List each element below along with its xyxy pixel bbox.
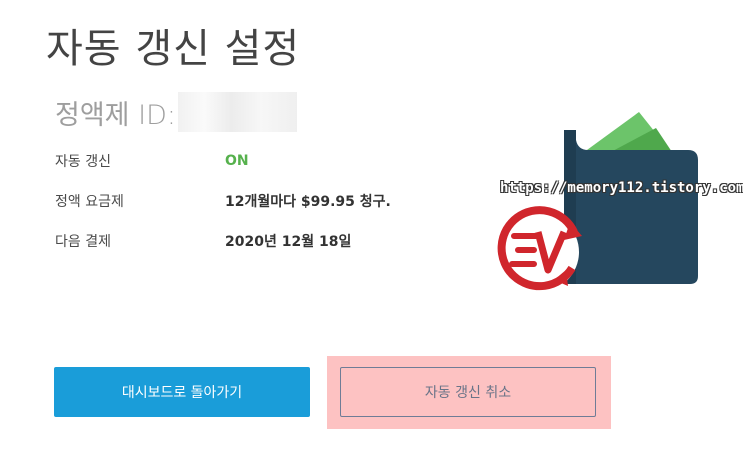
autorenew-label: 자동 갱신	[55, 154, 111, 170]
detail-row-next-payment: 다음 결제 2020년 12월 18일	[55, 230, 351, 252]
plan-value: 12개월마다 $99.95 청구.	[225, 194, 391, 210]
watermark-url: https://memory112.tistory.com	[500, 180, 743, 196]
next-payment-value: 2020년 12월 18일	[225, 234, 352, 250]
autorenew-status: ON	[225, 153, 249, 169]
detail-row-autorenew: 자동 갱신 ON	[55, 150, 249, 172]
back-to-dashboard-button[interactable]: 대시보드로 돌아가기	[54, 367, 310, 417]
subscription-id-label: 정액제 ID:	[55, 99, 176, 131]
subscription-id: 정액제 ID:	[55, 92, 297, 132]
next-payment-label: 다음 결제	[55, 234, 111, 250]
plan-label: 정액 요금제	[55, 194, 124, 210]
wallet-illustration	[497, 112, 698, 292]
wallet-icon	[564, 112, 698, 284]
page-title: 자동 갱신 설정	[46, 26, 301, 72]
detail-row-plan: 정액 요금제 12개월마다 $99.95 청구.	[55, 190, 391, 212]
subscription-id-masked-value	[177, 92, 297, 132]
cancel-autorenew-button[interactable]: 자동 갱신 취소	[340, 367, 596, 417]
